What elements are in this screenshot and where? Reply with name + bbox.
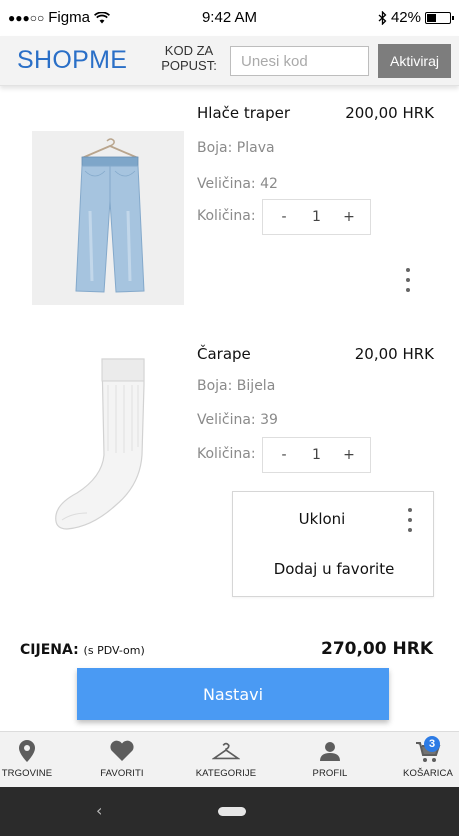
quantity-label: Količina: <box>197 446 256 462</box>
item-size: Veličina: 39 <box>197 412 278 428</box>
logo-text-shop: SHOP <box>17 46 90 74</box>
system-navigation-bar: ‹ <box>0 787 459 836</box>
activate-promo-button[interactable]: Aktiviraj <box>378 44 451 78</box>
sock-image <box>32 355 184 530</box>
nav-label: FAVORITI <box>100 768 144 779</box>
nav-item-favoriti[interactable]: FAVORITI <box>92 732 152 788</box>
nav-item-kosarica[interactable]: 3 KOŠARICA <box>396 732 459 788</box>
item-color: Boja: Bijela <box>197 378 276 394</box>
more-options-icon[interactable] <box>403 508 417 532</box>
battery-icon <box>425 11 454 24</box>
nav-label: TRGOVINE <box>1 768 53 779</box>
bluetooth-icon <box>378 10 387 25</box>
battery-percent: 42% <box>390 9 421 26</box>
home-pill-icon[interactable] <box>218 807 246 816</box>
add-to-favorites-option[interactable]: Dodaj u favorite <box>233 560 435 578</box>
remove-item-option[interactable]: Ukloni <box>233 510 411 528</box>
decrease-quantity-button[interactable]: - <box>277 209 291 225</box>
promo-code-label: KOD ZA POPUST: <box>161 43 217 73</box>
nav-label: KOŠARICA <box>403 768 453 779</box>
item-context-menu: Ukloni Dodaj u favorite <box>232 491 434 597</box>
total-price-label: CIJENA: (s PDV-om) <box>20 642 145 658</box>
nav-label: PROFIL <box>312 768 348 779</box>
item-name: Čarape <box>197 345 251 363</box>
item-price: 200,00 HRK <box>345 104 434 122</box>
promo-code-input[interactable] <box>230 46 369 76</box>
jeans-illustration <box>75 138 145 293</box>
quantity-value: 1 <box>312 209 321 225</box>
nav-item-trgovine[interactable]: TRGOVINE <box>0 732 56 788</box>
nav-label: KATEGORIJE <box>195 768 257 779</box>
status-bar: ●●●○○ Figma 9:42 AM 42% <box>0 0 459 36</box>
battery-fill <box>427 13 436 22</box>
bottom-navigation: TRGOVINE FAVORITI KATEGORIJE PROFIL 3 KO… <box>0 731 459 787</box>
quantity-value: 1 <box>312 447 321 463</box>
more-options-icon[interactable] <box>401 268 415 292</box>
map-pin-icon <box>13 738 41 764</box>
increase-quantity-button[interactable]: + <box>342 447 356 463</box>
continue-button[interactable]: Nastavi <box>77 668 389 720</box>
total-label-text: CIJENA: <box>20 642 79 658</box>
back-icon[interactable]: ‹ <box>96 801 102 820</box>
logo-text-me: ME <box>89 46 128 74</box>
status-right: 42% <box>378 9 454 26</box>
quantity-stepper: - 1 + <box>262 199 371 235</box>
nav-item-kategorije[interactable]: KATEGORIJE <box>188 732 264 788</box>
shopme-logo[interactable]: SHOPME <box>17 46 127 75</box>
item-price: 20,00 HRK <box>354 345 434 363</box>
heart-icon <box>108 738 136 764</box>
sock-illustration <box>55 358 145 530</box>
hanger-icon <box>212 738 240 764</box>
jeans-image <box>32 131 184 305</box>
increase-quantity-button[interactable]: + <box>342 209 356 225</box>
item-size: Veličina: 42 <box>197 176 278 192</box>
total-price-value: 270,00 HRK <box>320 639 433 659</box>
quantity-label: Količina: <box>197 208 256 224</box>
item-name: Hlače traper <box>197 104 291 122</box>
vat-note: (s PDV-om) <box>83 644 145 657</box>
nav-item-profil[interactable]: PROFIL <box>304 732 356 788</box>
quantity-stepper: - 1 + <box>262 437 371 473</box>
item-color: Boja: Plava <box>197 140 275 156</box>
app-header: SHOPME KOD ZA POPUST: Aktiviraj <box>0 36 459 86</box>
user-icon <box>316 738 344 764</box>
decrease-quantity-button[interactable]: - <box>277 447 291 463</box>
cart-count-badge: 3 <box>424 736 440 752</box>
